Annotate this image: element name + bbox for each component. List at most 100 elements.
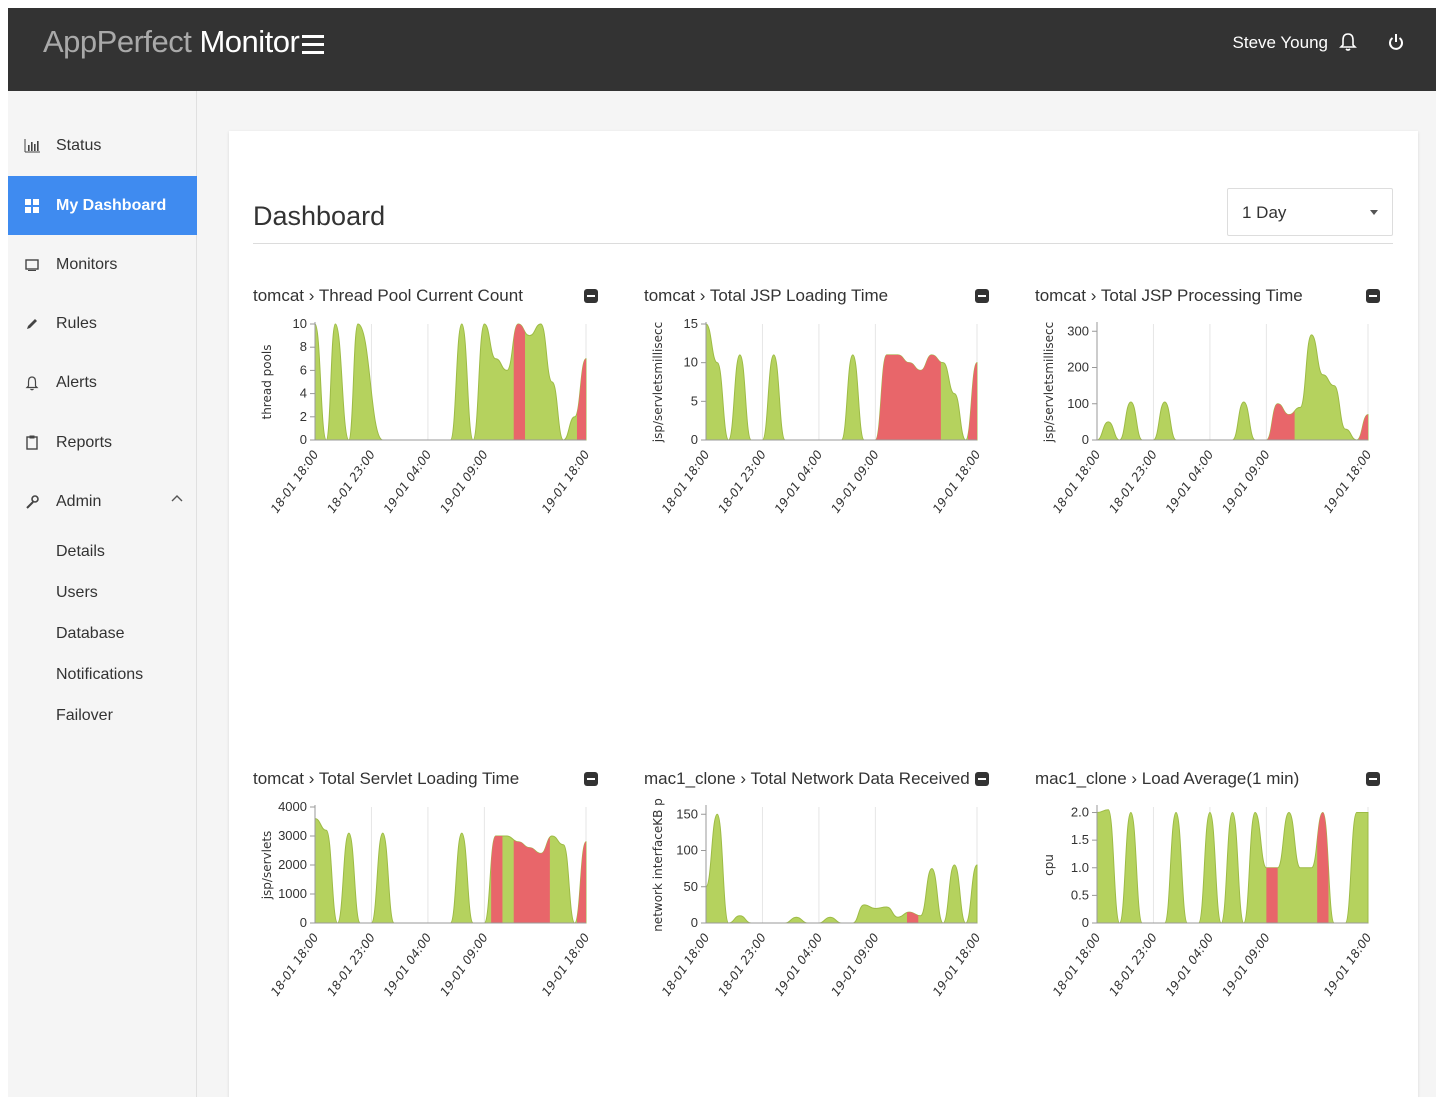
sidebar-subitem-database[interactable]: Database	[56, 625, 125, 643]
x-tick-label: 19-01 04:00	[1163, 930, 1217, 998]
chart-title: tomcat › Total JSP Loading Time	[644, 286, 889, 305]
chart-servlet-loading: jsp/servlets 0 1000 2000 3000 4000 18-01 18:00…	[260, 799, 593, 999]
x-tick-label: 18-01 18:00	[659, 447, 713, 515]
chart-panel-jsp-loading: tomcat › Total JSP Loading Time jsp/serv…	[644, 286, 989, 586]
x-tick-label: 19-01 04:00	[381, 930, 435, 998]
clipboard-icon	[8, 435, 56, 450]
y-tick-label: 0	[691, 432, 698, 447]
menu-toggle-icon[interactable]	[302, 32, 326, 56]
alert-region	[1260, 334, 1295, 440]
monitor-icon	[8, 258, 56, 271]
alert-region	[513, 324, 526, 440]
chart-title: tomcat › Total Servlet Loading Time	[253, 769, 520, 788]
chart-jsp-loading: jsp/servletsmillisecc 0 5 10 15 18-01 18:00 18…	[651, 316, 984, 516]
y-tick-label: 0	[300, 432, 307, 447]
y-tick-label: 0	[300, 915, 307, 930]
sidebar-subitem-users[interactable]: Users	[56, 584, 98, 602]
sidebar-item-monitors[interactable]: Monitors	[8, 235, 197, 294]
y-tick-label: 0.5	[1071, 887, 1089, 902]
y-axis-label: jsp/servletsmillisecc	[1042, 322, 1056, 443]
dashboard-card: Dashboard 1 Day tomcat › Thread Pool Cur…	[229, 131, 1418, 1097]
power-logout-icon[interactable]	[1386, 30, 1406, 54]
chart-panel-thread-pool: tomcat › Thread Pool Current Count threa…	[253, 286, 598, 586]
y-tick-label: 0	[691, 915, 698, 930]
y-tick-label: 1.0	[1071, 860, 1089, 875]
y-tick-label: 2000	[278, 857, 307, 872]
bar-chart-icon	[8, 138, 56, 153]
x-tick-label: 19-01 09:00	[828, 447, 882, 515]
time-range-value: 1 Day	[1242, 203, 1287, 222]
x-tick-label: 18-01 23:00	[1106, 930, 1160, 998]
y-tick-label: 0	[1082, 915, 1089, 930]
sidebar-subitem-notifications[interactable]: Notifications	[56, 666, 143, 684]
x-tick-label: 18-01 18:00	[268, 930, 322, 998]
collapse-panel-button[interactable]	[584, 289, 598, 303]
alert-region	[875, 324, 941, 440]
x-tick-label: 19-01 18:00	[1321, 447, 1375, 515]
chart-load-average: cpu00.51.01.52.018-01 18:00 18-01 23:00 19…	[1042, 805, 1375, 999]
collapse-panel-button[interactable]	[1366, 772, 1380, 786]
y-tick-label: 300	[1067, 323, 1089, 338]
chart-jsp-processing: jsp/servletsmillisecc 0 100 200 300 18-01 18:…	[1042, 322, 1375, 516]
alert-region	[1317, 809, 1329, 923]
alert-region	[491, 818, 503, 923]
chevron-up-icon[interactable]	[171, 494, 183, 502]
collapse-panel-button[interactable]	[975, 772, 989, 786]
x-tick-label: 18-01 23:00	[324, 447, 378, 515]
y-tick-label: 10	[293, 316, 307, 331]
title-divider	[253, 243, 1393, 244]
sidebar-item-label: Status	[56, 136, 102, 154]
y-tick-label: 100	[676, 843, 698, 858]
y-tick-label: 2	[300, 409, 307, 424]
time-range-select[interactable]: 1 Day	[1227, 188, 1393, 236]
alert-region	[906, 814, 919, 923]
chart-panel-load-average: mac1_clone › Load Average(1 min) cpu 0 0.5…	[1035, 769, 1380, 1069]
sidebar-subitem-details[interactable]: Details	[56, 543, 105, 561]
sidebar-item-my-dashboard[interactable]: My Dashboard	[8, 176, 197, 235]
x-tick-label: 18-01 18:00	[1050, 930, 1104, 998]
y-tick-label: 0	[1082, 432, 1089, 447]
x-tick-label: 19-01 04:00	[772, 447, 826, 515]
x-tick-label: 19-01 09:00	[1219, 930, 1273, 998]
series-area	[1096, 334, 1369, 441]
notifications-bell-icon[interactable]	[1338, 30, 1358, 54]
y-tick-label: 1000	[278, 886, 307, 901]
sidebar-item-status[interactable]: Status	[8, 116, 197, 175]
sidebar-item-admin[interactable]: Admin	[8, 472, 197, 531]
sidebar-subitem-failover[interactable]: Failover	[56, 707, 113, 725]
sidebar-item-label: Alerts	[56, 373, 97, 391]
series-area	[314, 323, 587, 441]
chart-panel-servlet-loading: tomcat › Total Servlet Loading Time jsp/…	[253, 769, 598, 1069]
x-tick-label: 19-01 04:00	[1163, 447, 1217, 515]
y-tick-label: 3000	[278, 828, 307, 843]
collapse-panel-button[interactable]	[1366, 289, 1380, 303]
x-tick-label: 19-01 18:00	[930, 447, 984, 515]
x-tick-label: 18-01 18:00	[659, 930, 713, 998]
top-bar: AppPerfect Monitor Steve Young	[8, 8, 1436, 91]
y-tick-label: 150	[676, 806, 698, 821]
sidebar-item-alerts[interactable]: Alerts	[8, 353, 197, 412]
sidebar-item-label: My Dashboard	[56, 196, 167, 214]
y-tick-label: 10	[684, 355, 698, 370]
pencil-icon	[8, 317, 56, 331]
brand-logo[interactable]: AppPerfect Monitor	[43, 24, 300, 60]
sidebar-item-rules[interactable]: Rules	[8, 294, 197, 353]
x-tick-label: 19-01 04:00	[381, 447, 435, 515]
chart-title: tomcat › Total JSP Processing Time	[1035, 286, 1303, 305]
grid-icon	[8, 198, 56, 213]
collapse-panel-button[interactable]	[975, 289, 989, 303]
x-tick-label: 19-01 09:00	[437, 930, 491, 998]
y-tick-label: 1.5	[1071, 832, 1089, 847]
sidebar-item-reports[interactable]: Reports	[8, 413, 197, 472]
y-tick-label: 4	[300, 386, 307, 401]
y-tick-label: 2.0	[1071, 805, 1089, 820]
user-name[interactable]: Steve Young	[1233, 33, 1328, 53]
sidebar-item-label: Rules	[56, 314, 97, 332]
collapse-panel-button[interactable]	[584, 772, 598, 786]
y-axis-label: cpu	[1042, 854, 1056, 876]
x-tick-label: 18-01 18:00	[268, 447, 322, 515]
y-tick-label: 50	[684, 879, 698, 894]
y-tick-label: 4000	[278, 799, 307, 814]
y-tick-label: 100	[1067, 396, 1089, 411]
x-tick-label: 18-01 23:00	[715, 930, 769, 998]
